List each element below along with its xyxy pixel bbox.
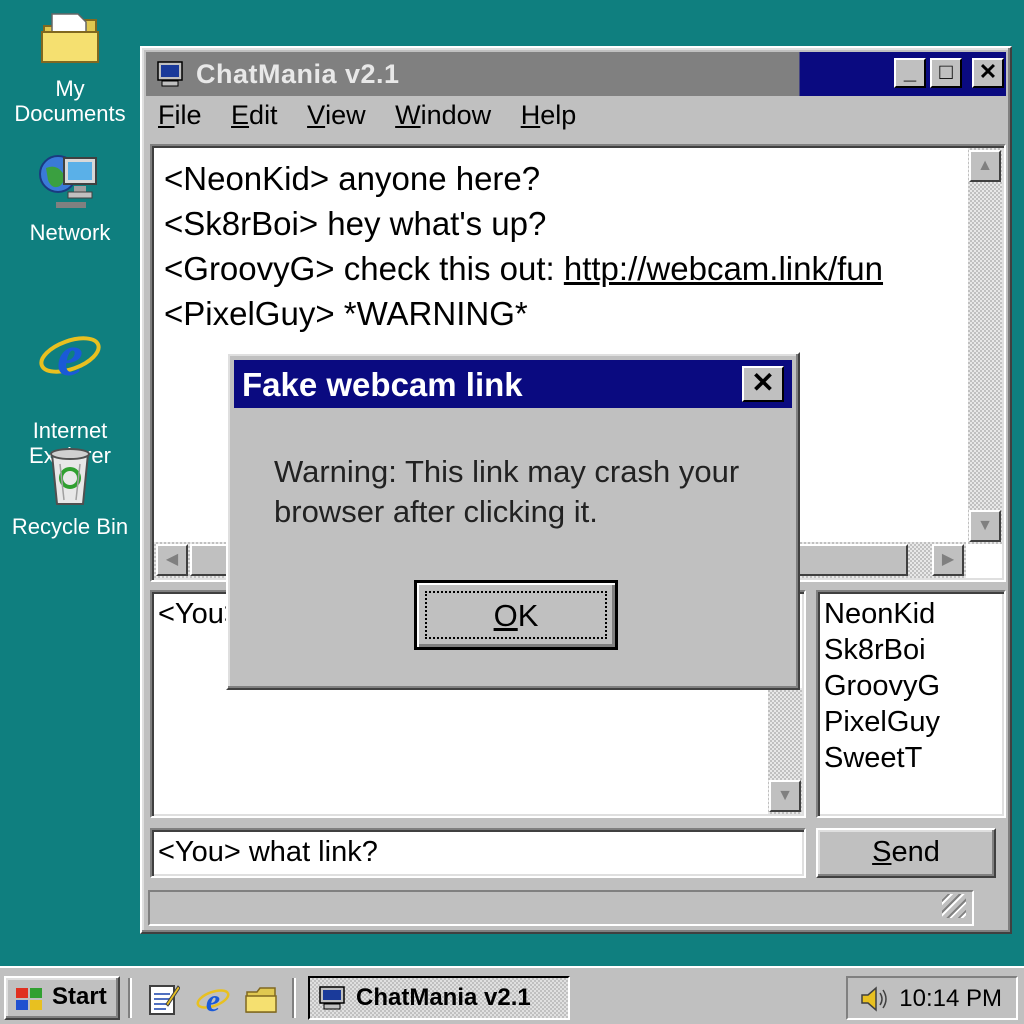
desktop-icon-network[interactable]: Network (0, 150, 140, 245)
ok-button[interactable]: OK (414, 580, 618, 650)
chat-message: <Sk8rBoi> hey what's up? (164, 205, 547, 242)
ok-mnemonic: O (493, 598, 518, 633)
send-mnemonic: S (872, 836, 892, 868)
dialog-title-bar[interactable]: Fake webcam link ✕ (234, 360, 792, 408)
menu-mnemonic: V (307, 100, 326, 130)
desktop-icon-label: Network (29, 220, 111, 245)
taskbar: Start e ChatMania v2.1 10:14 PM (0, 966, 1024, 1024)
menu-help[interactable]: Help (521, 100, 577, 131)
user-list: NeonKid Sk8rBoi GroovyG PixelGuy SweetT (816, 590, 1006, 818)
internet-explorer-icon[interactable]: e (196, 982, 230, 1016)
folder-icon (41, 13, 99, 63)
user-list-item[interactable]: GroovyG (824, 668, 940, 704)
dialog-title: Fake webcam link (242, 366, 523, 403)
svg-text:e: e (206, 982, 220, 1016)
menu-label: elp (540, 100, 577, 130)
system-tray: 10:14 PM (846, 976, 1018, 1020)
menu-edit[interactable]: Edit (231, 100, 278, 131)
desktop-icon-label: Recycle Bin (11, 514, 129, 539)
chat-link[interactable]: http://webcam.link/fun (564, 250, 883, 287)
chat-message: <GroovyG> check this out: http://webcam.… (164, 246, 883, 291)
ok-button-label: OK (425, 591, 607, 639)
menu-mnemonic: W (395, 100, 421, 130)
menu-window[interactable]: Window (395, 100, 491, 131)
menu-label: iew (325, 100, 366, 130)
resize-grip[interactable] (942, 894, 966, 918)
chat-lines: <NeonKid> anyone here? <Sk8rBoi> hey wha… (164, 156, 883, 336)
scroll-down-button[interactable]: ▼ (769, 780, 801, 812)
warning-dialog: Fake webcam link ✕ Warning: This link ma… (226, 352, 800, 690)
menu-file[interactable]: File (158, 100, 202, 131)
user-list-item[interactable]: SweetT (824, 740, 940, 776)
recycle-bin-icon (50, 448, 90, 505)
menu-label: indow (420, 100, 492, 130)
menu-label: ile (174, 100, 202, 130)
folder-icon[interactable] (244, 982, 278, 1016)
dialog-close-button[interactable]: ✕ (742, 366, 784, 402)
send-label: end (891, 836, 940, 868)
desktop-icon-recycle-bin[interactable]: Recycle Bin (0, 444, 140, 539)
dialog-message: Warning: This link may crash your browse… (274, 454, 740, 529)
chat-message: <NeonKid> anyone here? (164, 160, 541, 197)
menu-mnemonic: E (231, 100, 250, 130)
taskbar-task-chatmania[interactable]: ChatMania v2.1 (308, 976, 570, 1020)
windows-logo-icon (16, 988, 42, 1010)
start-label: Start (52, 983, 107, 1010)
status-bar (148, 890, 974, 926)
desktop-icon-label: My Documents (14, 76, 126, 126)
menu-view[interactable]: View (307, 100, 366, 131)
computer-icon (157, 61, 183, 87)
compose-scrollbar[interactable]: ▼ (768, 688, 802, 814)
chat-message: <PixelGuy> *WARNING* (164, 295, 528, 332)
ok-label-rest: K (517, 598, 539, 633)
taskbar-separator (128, 978, 132, 1018)
menu-label: dit (249, 100, 278, 130)
desktop-icon-my-documents[interactable]: My Documents (0, 6, 140, 126)
start-button[interactable]: Start (4, 976, 120, 1020)
close-button[interactable]: ✕ (972, 58, 1004, 88)
menu-mnemonic: H (520, 100, 541, 130)
chat-vertical-scrollbar[interactable]: ▲ ▼ (968, 148, 1002, 544)
user-list-item[interactable]: Sk8rBoi (824, 632, 940, 668)
task-label: ChatMania v2.1 (356, 984, 531, 1011)
scroll-left-button[interactable]: ◀ (156, 544, 188, 576)
taskbar-separator (292, 978, 296, 1018)
menu-bar: File Edit View Window Help (158, 100, 598, 140)
scroll-down-button[interactable]: ▼ (969, 510, 1001, 542)
user-list-item[interactable]: PixelGuy (824, 704, 940, 740)
send-button[interactable]: Send (816, 828, 996, 878)
svg-text:e: e (57, 323, 83, 387)
window-title: ChatMania v2.1 (196, 59, 400, 89)
internet-explorer-icon: e (39, 323, 101, 387)
user-list-item[interactable]: NeonKid (824, 596, 940, 632)
message-input[interactable]: <You> what link? (150, 828, 806, 878)
speaker-icon[interactable] (858, 984, 890, 1014)
scroll-up-button[interactable]: ▲ (969, 150, 1001, 182)
notepad-icon[interactable] (146, 982, 180, 1016)
window-title-bar[interactable]: ChatMania v2.1 _ □ ✕ (146, 52, 1006, 96)
scroll-right-button[interactable]: ▶ (932, 544, 964, 576)
network-icon (39, 155, 97, 208)
menu-mnemonic: F (158, 100, 175, 130)
clock[interactable]: 10:14 PM (899, 985, 1002, 1013)
chat-message-text: <GroovyG> check this out: (164, 250, 564, 287)
message-input-text: <You> what link? (158, 836, 378, 868)
computer-icon (319, 986, 345, 1010)
maximize-button[interactable]: □ (930, 58, 962, 88)
minimize-button[interactable]: _ (894, 58, 926, 88)
